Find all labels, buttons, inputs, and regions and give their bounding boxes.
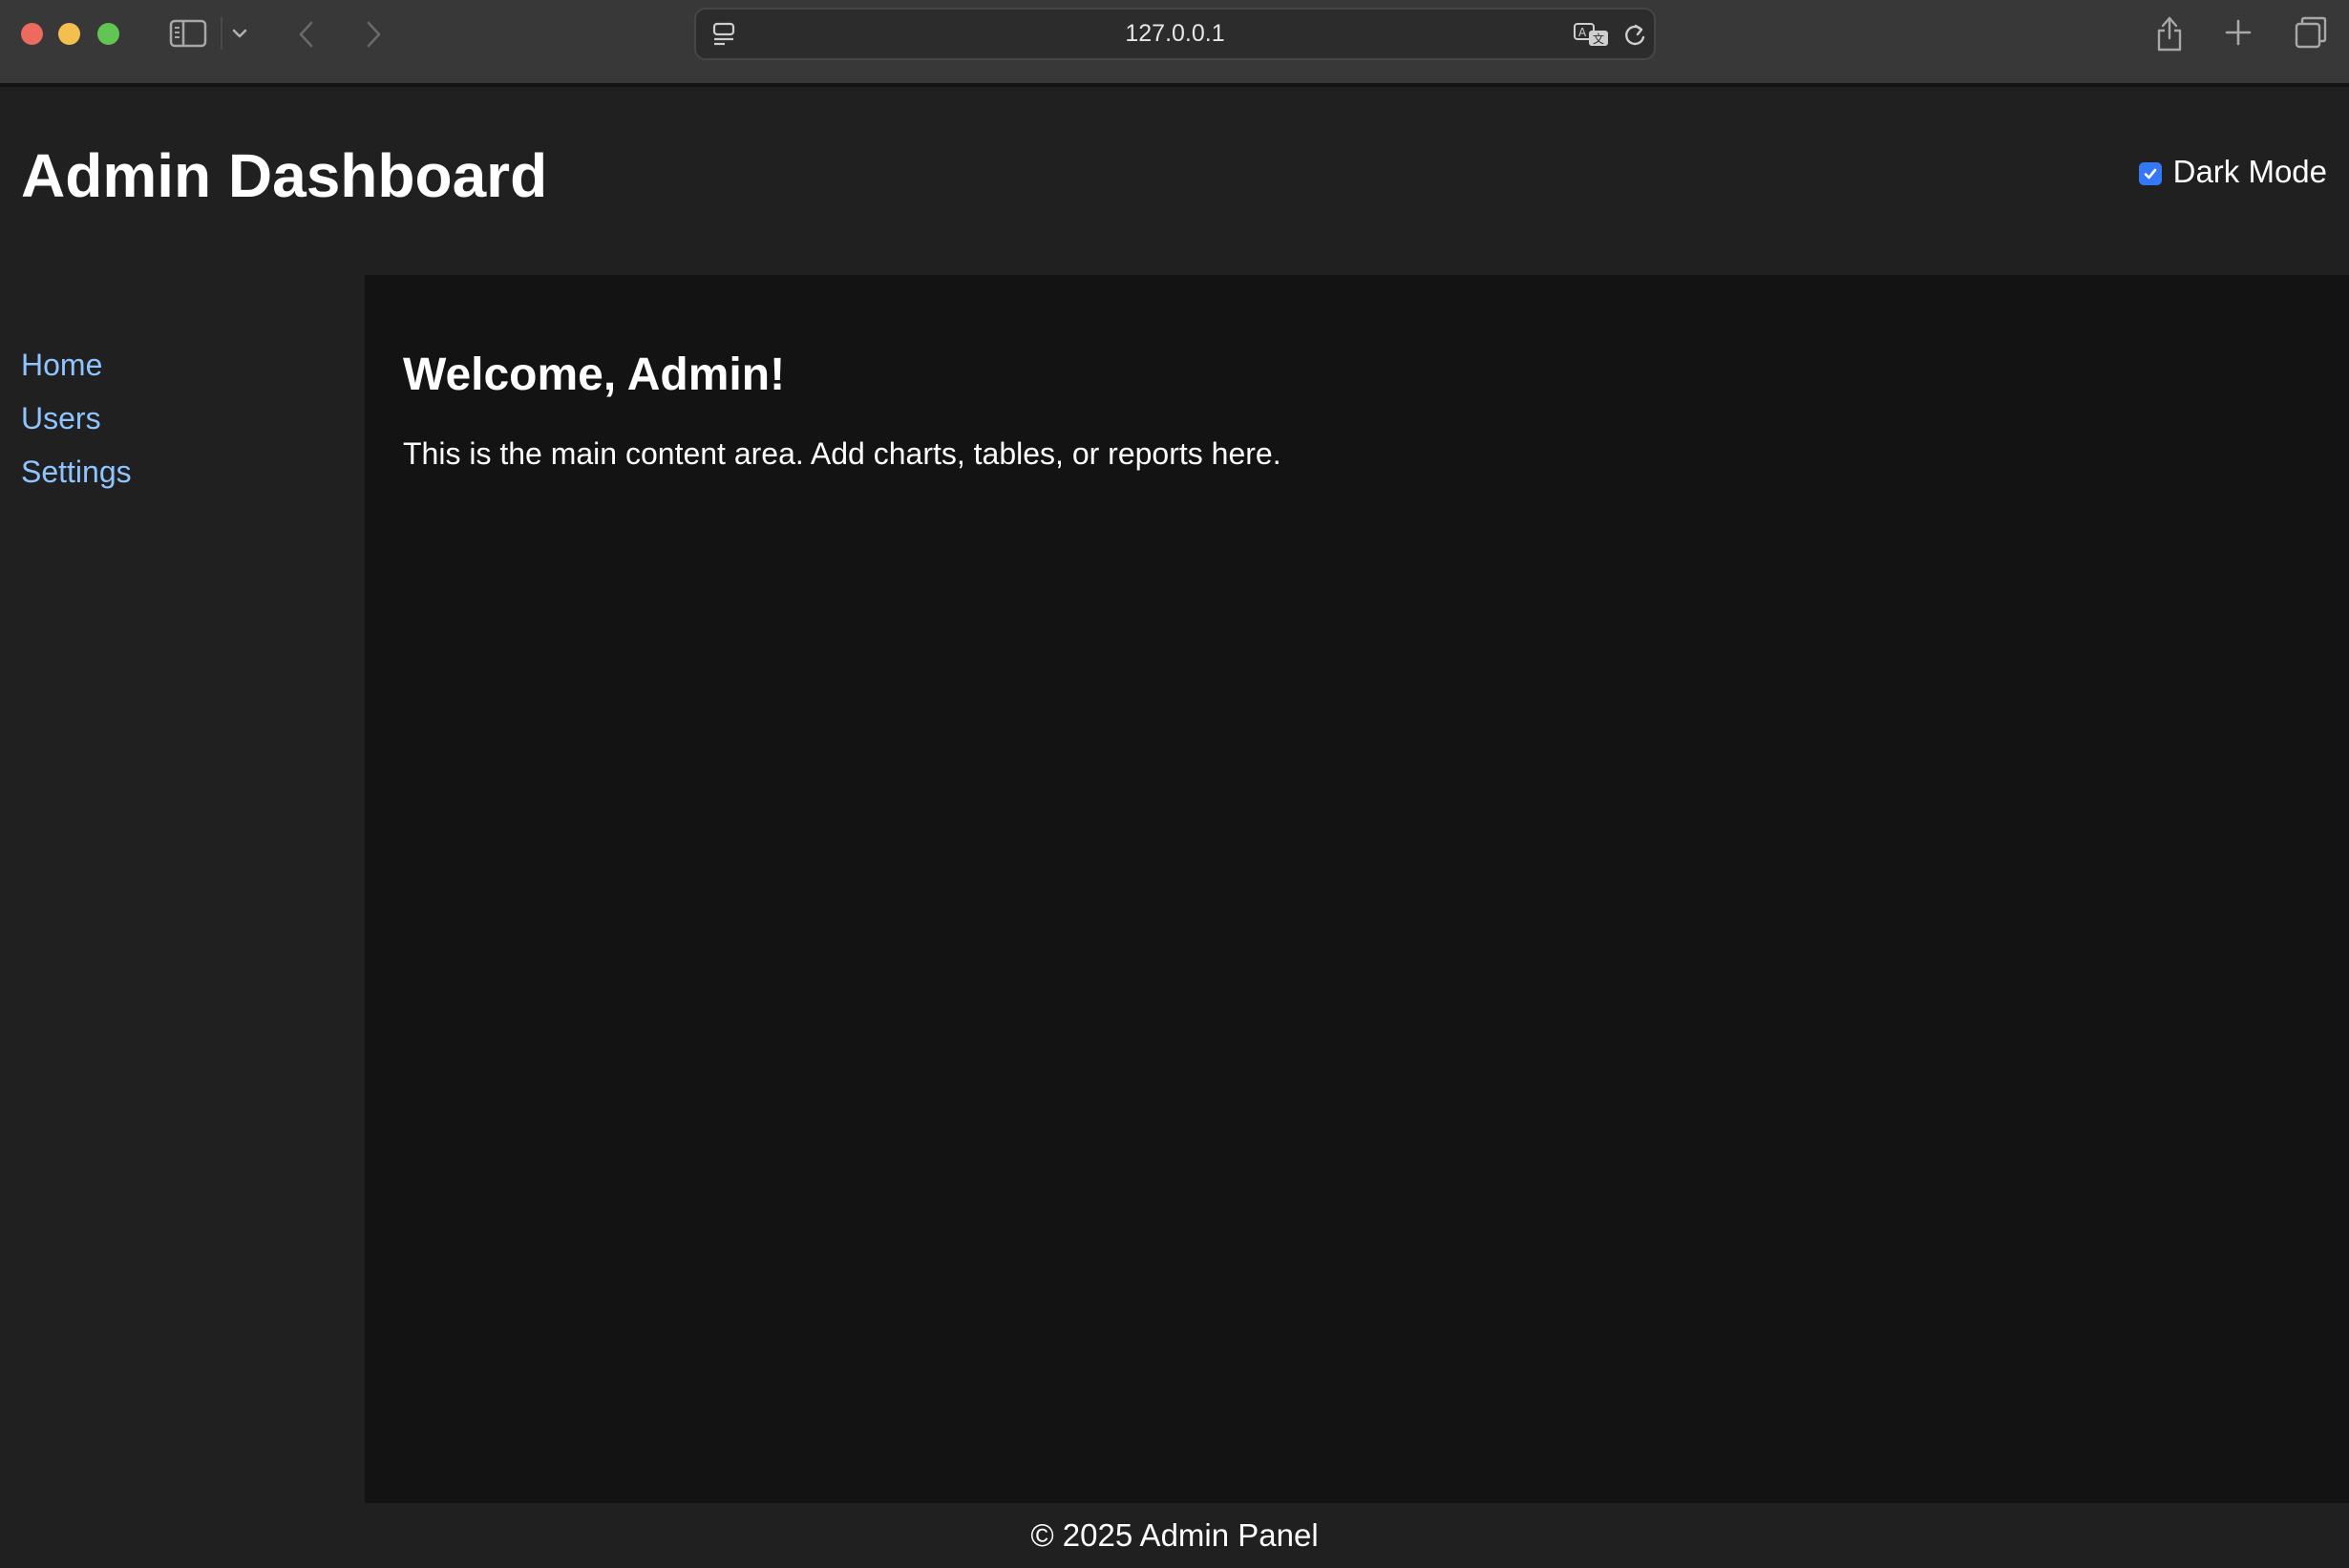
welcome-heading: Welcome, Admin! (403, 350, 786, 400)
zoom-window-button[interactable] (97, 23, 119, 45)
chevron-left-icon[interactable] (292, 17, 321, 52)
main-description: This is the main content area. Add chart… (403, 436, 1281, 471)
svg-text:文: 文 (1593, 32, 1604, 46)
dark-mode-checkbox[interactable] (2138, 162, 2162, 185)
svg-text:A: A (1578, 26, 1587, 39)
reload-icon[interactable] (1620, 20, 1649, 51)
footer-text: © 2025 Admin Panel (1030, 1517, 1319, 1553)
sidebar: Home Users Settings (0, 275, 365, 1503)
address-bar[interactable]: 127.0.0.1 A 文 (694, 8, 1656, 60)
dark-mode-toggle[interactable]: Dark Mode (2138, 154, 2327, 190)
toolbar-divider (221, 17, 222, 50)
main-content: Welcome, Admin! This is the main content… (365, 275, 2349, 1503)
share-icon[interactable] (2152, 11, 2187, 55)
page-footer: © 2025 Admin Panel (0, 1503, 2349, 1568)
chevron-right-icon[interactable] (359, 17, 388, 52)
sidebar-item-users[interactable]: Users (21, 392, 365, 445)
browser-toolbar: 127.0.0.1 A 文 (0, 0, 2349, 85)
sidebar-icon[interactable] (168, 16, 208, 51)
address-url[interactable]: 127.0.0.1 (696, 10, 1654, 58)
dark-mode-label: Dark Mode (2172, 154, 2327, 189)
sidebar-item-home[interactable]: Home (21, 338, 365, 392)
chevron-down-icon[interactable] (229, 23, 250, 44)
sidebar-item-settings[interactable]: Settings (21, 445, 365, 498)
page-title: Admin Dashboard (21, 141, 548, 210)
plus-icon[interactable] (2221, 15, 2255, 50)
checkmark-icon (2144, 168, 2156, 180)
translate-icon[interactable]: A 文 (1573, 19, 1611, 52)
tabs-icon[interactable] (2292, 13, 2330, 52)
close-window-button[interactable] (21, 23, 43, 45)
minimize-window-button[interactable] (58, 23, 80, 45)
page-header: Admin Dashboard Dark Mode (0, 87, 2349, 275)
